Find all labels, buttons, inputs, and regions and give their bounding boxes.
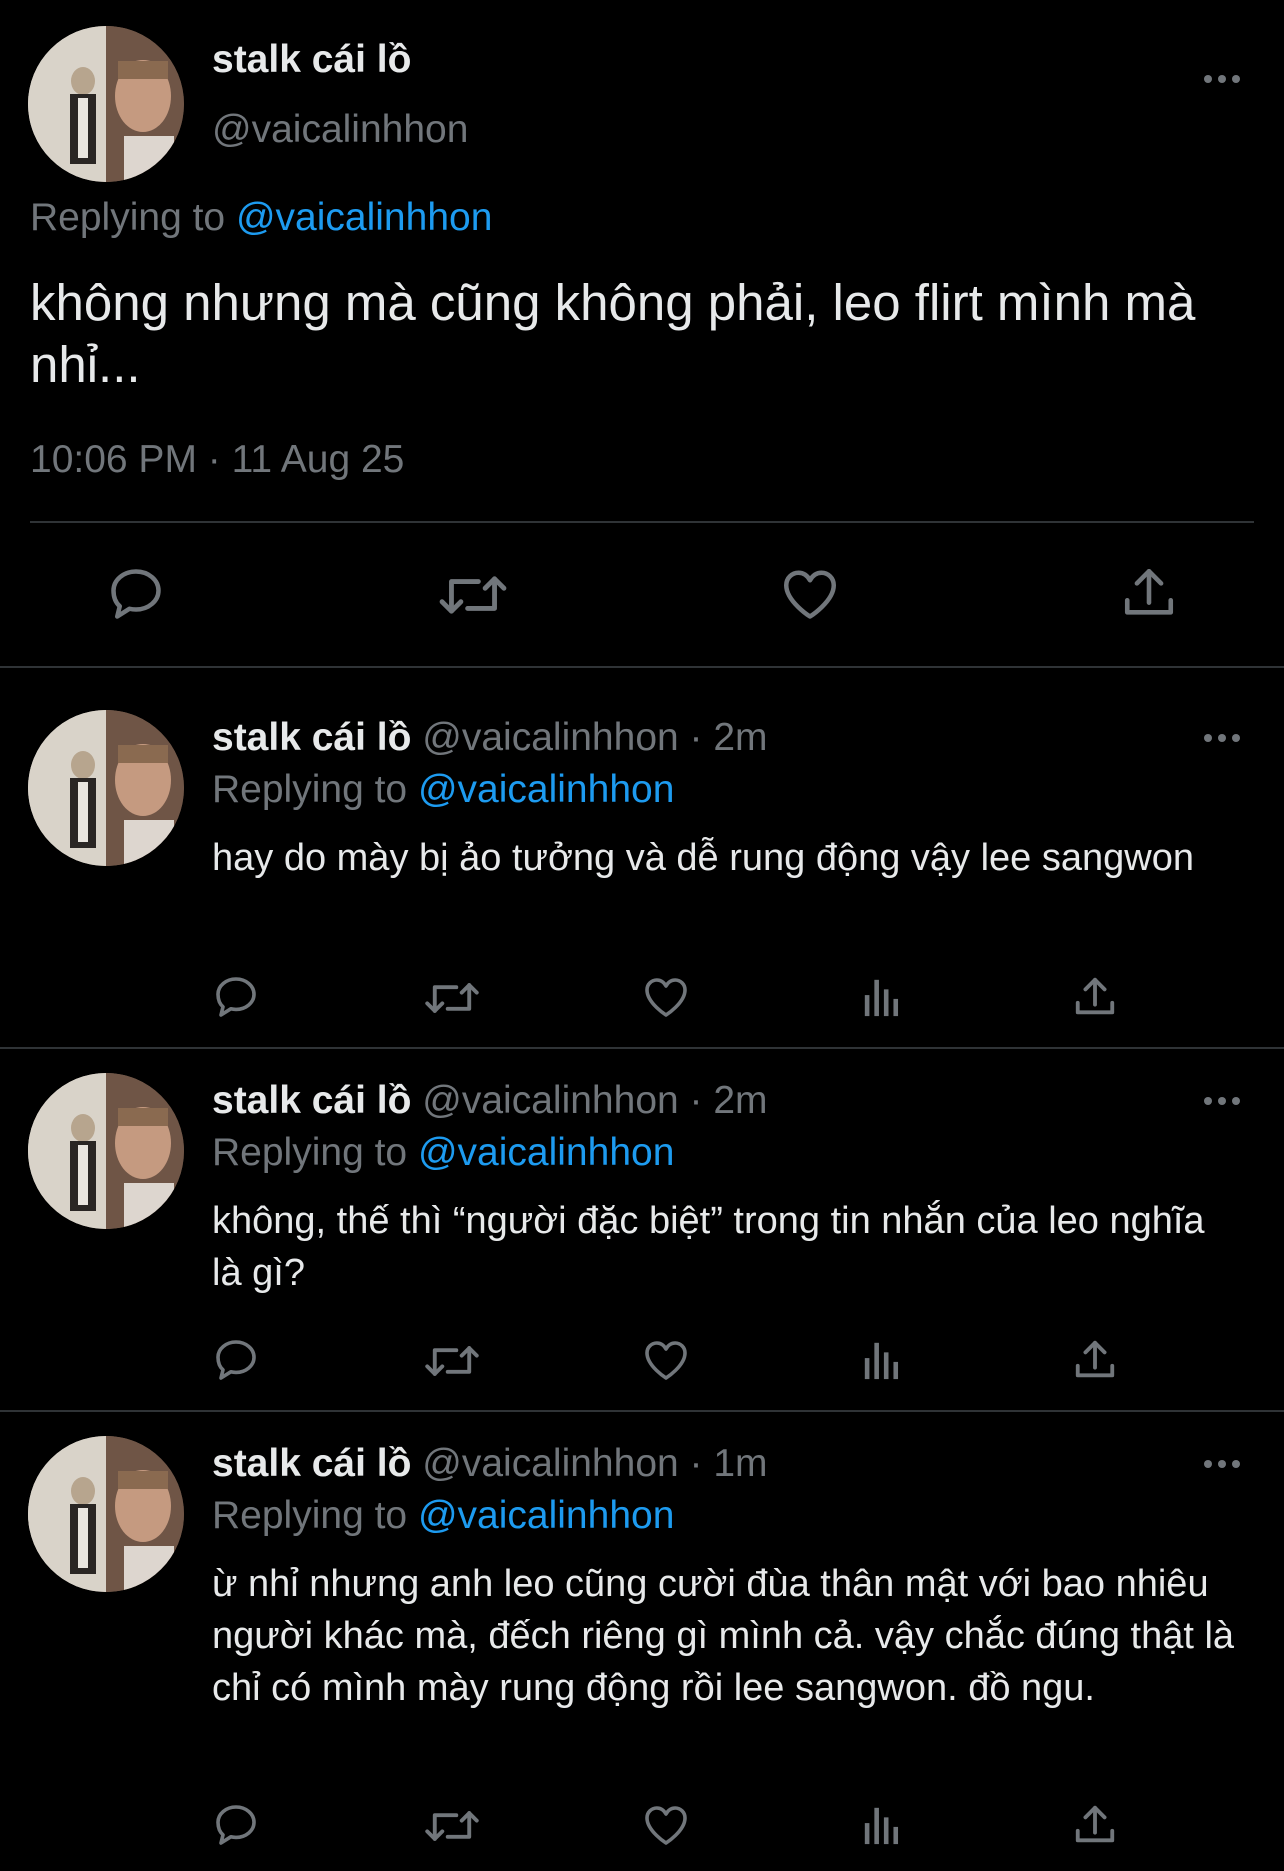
reply-icon[interactable] <box>212 1802 260 1848</box>
reply-icon[interactable] <box>212 1337 260 1383</box>
replying-to: Replying to @vaicalinhhon <box>212 1494 674 1538</box>
timestamp[interactable]: 10:06 PM · 11 Aug 25 <box>30 438 404 482</box>
more-options-icon[interactable] <box>1202 731 1242 749</box>
more-options-icon[interactable] <box>1202 72 1242 90</box>
reply-header: stalk cái lồ @vaicalinhhon · 1m <box>212 1442 768 1486</box>
replying-to-link[interactable]: @vaicalinhhon <box>418 1131 674 1174</box>
divider <box>30 521 1254 523</box>
replying-to-prefix: Replying to <box>212 768 408 811</box>
analytics-icon[interactable] <box>862 1804 902 1846</box>
analytics-icon[interactable] <box>862 1339 902 1381</box>
handle[interactable]: @vaicalinhhon <box>212 108 468 152</box>
more-options-icon[interactable] <box>1202 1457 1242 1475</box>
more-options-icon[interactable] <box>1202 1094 1242 1112</box>
retweet-icon[interactable] <box>424 976 480 1020</box>
like-icon[interactable] <box>642 1337 690 1383</box>
avatar[interactable] <box>28 710 184 866</box>
replying-to-prefix: Replying to <box>212 1494 408 1537</box>
like-icon[interactable] <box>642 974 690 1020</box>
tweet-text: không, thế thì “người đặc biệt” trong ti… <box>212 1200 1205 1294</box>
reply-icon[interactable] <box>212 974 260 1020</box>
share-icon[interactable] <box>1072 1802 1118 1848</box>
share-icon[interactable] <box>1072 974 1118 1020</box>
divider <box>0 1410 1284 1412</box>
tweet-text: ừ nhỉ nhưng anh leo cũng cười đùa thân m… <box>212 1563 1235 1709</box>
share-icon[interactable] <box>1120 564 1178 622</box>
tweet-text: hay do mày bị ảo tưởng và dễ rung động v… <box>212 837 1194 879</box>
replying-to-link[interactable]: @vaicalinhhon <box>236 196 492 239</box>
replying-to-link[interactable]: @vaicalinhhon <box>418 1494 674 1537</box>
like-icon[interactable] <box>780 566 840 622</box>
reply-header: stalk cái lồ @vaicalinhhon · 2m <box>212 716 768 760</box>
divider <box>0 666 1284 668</box>
avatar[interactable] <box>28 1436 184 1592</box>
retweet-icon[interactable] <box>438 568 508 622</box>
share-icon[interactable] <box>1072 1337 1118 1383</box>
divider <box>0 1047 1284 1049</box>
retweet-icon[interactable] <box>424 1339 480 1383</box>
handle-and-time[interactable]: @vaicalinhhon · 1m <box>422 1442 767 1485</box>
replying-to-link[interactable]: @vaicalinhhon <box>418 768 674 811</box>
like-icon[interactable] <box>642 1802 690 1848</box>
replying-to-prefix: Replying to <box>30 196 226 239</box>
display-name[interactable]: stalk cái lồ <box>212 1442 411 1485</box>
analytics-icon[interactable] <box>862 976 902 1018</box>
display-name[interactable]: stalk cái lồ <box>212 1079 411 1122</box>
tweet-text: không nhưng mà cũng không phải, leo flir… <box>30 274 1196 393</box>
retweet-icon[interactable] <box>424 1804 480 1848</box>
replying-to: Replying to @vaicalinhhon <box>212 1131 674 1175</box>
handle-and-time[interactable]: @vaicalinhhon · 2m <box>422 1079 767 1122</box>
display-name[interactable]: stalk cái lồ <box>212 38 411 82</box>
replying-to: Replying to @vaicalinhhon <box>212 768 674 812</box>
replying-to: Replying to @vaicalinhhon <box>30 196 492 240</box>
display-name[interactable]: stalk cái lồ <box>212 716 411 759</box>
reply-header: stalk cái lồ @vaicalinhhon · 2m <box>212 1079 768 1123</box>
handle-and-time[interactable]: @vaicalinhhon · 2m <box>422 716 767 759</box>
reply-icon[interactable] <box>106 566 166 622</box>
avatar[interactable] <box>28 26 184 182</box>
avatar[interactable] <box>28 1073 184 1229</box>
replying-to-prefix: Replying to <box>212 1131 408 1174</box>
